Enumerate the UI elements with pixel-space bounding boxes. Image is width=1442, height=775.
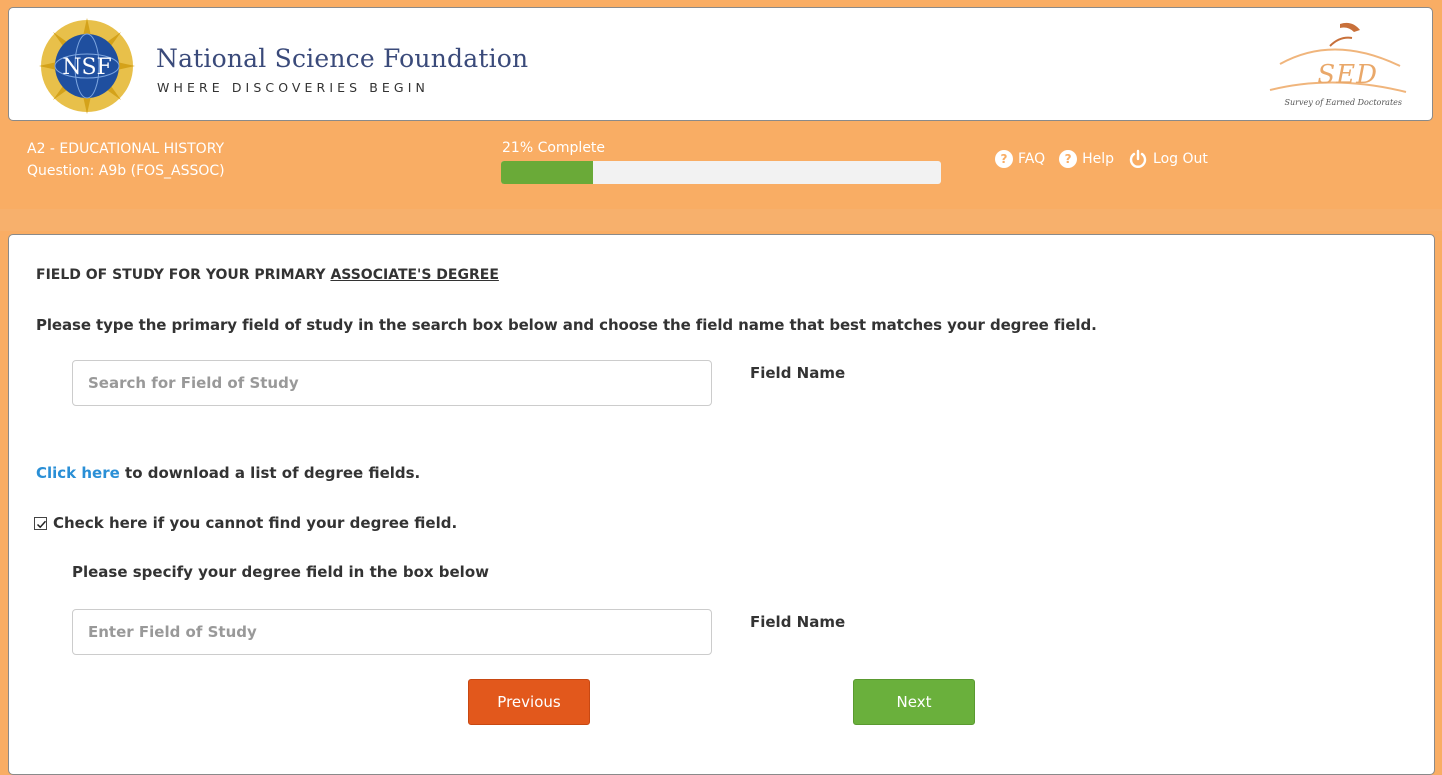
question-heading: FIELD OF STUDY FOR YOUR PRIMARY ASSOCIAT… bbox=[36, 267, 499, 283]
question-card: FIELD OF STUDY FOR YOUR PRIMARY ASSOCIAT… bbox=[8, 234, 1435, 775]
download-line-suffix: to download a list of degree fields. bbox=[119, 464, 421, 482]
utility-links: ? FAQ ? Help Log Out bbox=[995, 149, 1222, 169]
question-instruction: Please type the primary field of study i… bbox=[36, 316, 1097, 334]
download-line: Click here to download a list of degree … bbox=[36, 464, 420, 482]
site-header: NSF National Science Foundation WHERE DI… bbox=[8, 7, 1433, 121]
faq-link[interactable]: ? FAQ bbox=[995, 150, 1045, 168]
checkmark-icon bbox=[36, 520, 47, 528]
divider-strip bbox=[0, 209, 1442, 231]
nsf-seal-logo: NSF bbox=[39, 18, 135, 114]
question-circle-icon: ? bbox=[1059, 150, 1078, 168]
nsf-seal-text: NSF bbox=[62, 55, 112, 80]
power-icon bbox=[1129, 149, 1147, 168]
cannot-find-label: Check here if you cannot find your degre… bbox=[53, 514, 458, 532]
section-title: A2 - EDUCATIONAL HISTORY bbox=[27, 141, 225, 157]
field-name-label-entry: Field Name bbox=[750, 613, 846, 631]
status-bar: A2 - EDUCATIONAL HISTORY Question: A9b (… bbox=[0, 127, 1442, 209]
faq-label: FAQ bbox=[1018, 151, 1046, 167]
cannot-find-checkbox[interactable] bbox=[34, 516, 47, 530]
field-name-label-search: Field Name bbox=[750, 364, 846, 382]
field-of-study-entry-input[interactable] bbox=[72, 609, 712, 655]
help-label: Help bbox=[1082, 151, 1115, 167]
logout-link[interactable]: Log Out bbox=[1128, 149, 1208, 169]
help-link[interactable]: ? Help bbox=[1059, 150, 1114, 168]
question-heading-emphasis: ASSOCIATE'S DEGREE bbox=[330, 267, 499, 283]
question-id: Question: A9b (FOS_ASSOC) bbox=[27, 163, 225, 179]
question-heading-prefix: FIELD OF STUDY FOR YOUR PRIMARY bbox=[36, 267, 331, 283]
next-button[interactable]: Next bbox=[853, 679, 975, 725]
download-degree-fields-link[interactable]: Click here bbox=[36, 464, 120, 482]
question-circle-icon: ? bbox=[995, 150, 1013, 168]
progress-label: 21% Complete bbox=[502, 140, 606, 156]
progress-fill bbox=[501, 161, 594, 184]
sed-logo-text: SED bbox=[1317, 60, 1378, 90]
cannot-find-option: Check here if you cannot find your degre… bbox=[34, 514, 457, 532]
specify-label: Please specify your degree field in the … bbox=[72, 563, 489, 581]
logout-label: Log Out bbox=[1153, 151, 1208, 167]
sed-logo-subtext: Survey of Earned Doctorates bbox=[1284, 98, 1402, 107]
org-name: National Science Foundation bbox=[156, 44, 529, 73]
previous-button[interactable]: Previous bbox=[468, 679, 590, 725]
field-of-study-search-input[interactable] bbox=[72, 360, 712, 406]
org-tagline: WHERE DISCOVERIES BEGIN bbox=[157, 80, 429, 95]
progress-bar bbox=[501, 161, 941, 184]
